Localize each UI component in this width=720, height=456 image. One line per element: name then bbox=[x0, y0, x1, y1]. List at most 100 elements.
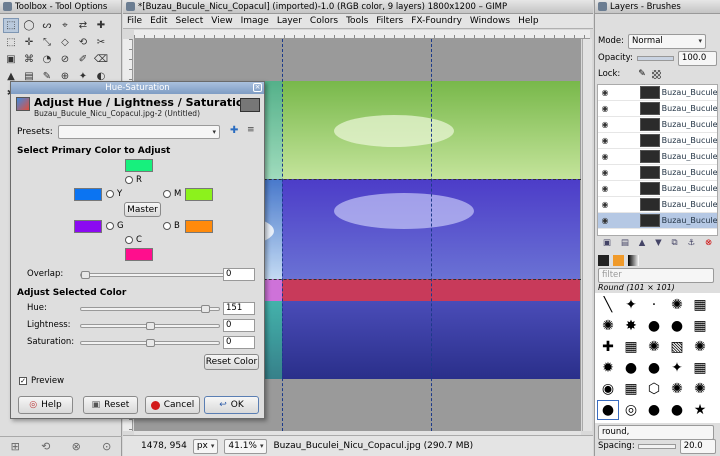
eye-icon[interactable]: ◉ bbox=[598, 168, 612, 177]
brush-item[interactable]: ▧ bbox=[667, 338, 687, 356]
tool-button[interactable]: ✐ bbox=[75, 52, 91, 67]
slider-thumb[interactable] bbox=[146, 339, 155, 347]
layer-row[interactable]: ◉ Buzau_Bucule bbox=[598, 149, 717, 165]
layer-row[interactable]: ◉ Buzau_Bucule bbox=[598, 181, 717, 197]
lightness-slider[interactable] bbox=[80, 322, 220, 330]
brush-filter-input[interactable]: filter bbox=[598, 267, 714, 283]
slider-thumb[interactable] bbox=[81, 271, 90, 279]
overlap-spin[interactable]: 0 bbox=[223, 268, 255, 281]
lightness-spin[interactable]: 0 bbox=[223, 319, 255, 332]
mode-select[interactable]: Normal ▾ bbox=[628, 33, 707, 49]
preset-menu-icon[interactable]: ≡ bbox=[247, 125, 255, 135]
zoom-selector[interactable]: 41.1% ▾ bbox=[224, 438, 268, 454]
lower-layer-icon[interactable]: ▼ bbox=[655, 238, 662, 248]
brush-item[interactable]: ● bbox=[644, 359, 664, 377]
opacity-spin[interactable]: 100.0 bbox=[677, 50, 717, 66]
tool-button[interactable]: ⤡ bbox=[39, 35, 55, 50]
toolbox-action-icon[interactable]: ⊗ bbox=[72, 440, 81, 453]
brush-item[interactable]: ✺ bbox=[667, 296, 687, 314]
toolbox-action-icon[interactable]: ⊞ bbox=[11, 440, 20, 453]
brush-item[interactable]: ● bbox=[597, 400, 619, 420]
layer-row[interactable]: ◉ Buzau_Bucule bbox=[598, 85, 717, 101]
red-radio[interactable]: R bbox=[125, 175, 142, 185]
yellow-radio[interactable]: Y bbox=[106, 189, 122, 199]
opacity-slider[interactable] bbox=[636, 55, 674, 61]
slider-thumb[interactable] bbox=[146, 322, 155, 330]
brush-item[interactable]: ✺ bbox=[690, 380, 710, 398]
eye-icon[interactable]: ◉ bbox=[598, 200, 612, 209]
brush-item[interactable]: ▦ bbox=[690, 317, 710, 335]
tool-button[interactable]: ◔ bbox=[39, 52, 55, 67]
brush-item[interactable]: ★ bbox=[690, 401, 710, 419]
master-button[interactable]: Master bbox=[124, 202, 161, 217]
brush-item[interactable]: ▦ bbox=[621, 338, 641, 356]
lock-alpha-icon[interactable] bbox=[651, 69, 661, 79]
eye-icon[interactable]: ◉ bbox=[598, 136, 612, 145]
menu-tools[interactable]: Tools bbox=[346, 16, 368, 26]
preview-checkbox[interactable]: ✓ Preview bbox=[19, 376, 64, 386]
layer-row[interactable]: ◉ Buzau_Bucule bbox=[598, 133, 717, 149]
add-preset-icon[interactable]: ✚ bbox=[230, 125, 238, 136]
eye-icon[interactable]: ◉ bbox=[598, 152, 612, 161]
brush-item[interactable]: ▦ bbox=[690, 359, 710, 377]
eye-icon[interactable]: ◉ bbox=[598, 216, 612, 225]
tool-button[interactable]: ◯ bbox=[21, 18, 37, 33]
vertical-scrollbar[interactable] bbox=[582, 39, 592, 431]
close-icon[interactable]: × bbox=[253, 83, 262, 92]
toolbox-action-icon[interactable]: ⟲ bbox=[41, 440, 50, 453]
brush-item[interactable]: ⬡ bbox=[644, 380, 664, 398]
reset-button[interactable]: ▣ Reset bbox=[83, 396, 138, 414]
new-layer-icon[interactable]: ▣ bbox=[603, 238, 611, 248]
brush-item[interactable]: · bbox=[644, 296, 664, 314]
horizontal-ruler[interactable] bbox=[134, 30, 590, 39]
tool-button[interactable]: ⌫ bbox=[93, 52, 109, 67]
brush-item[interactable]: ✸ bbox=[621, 317, 641, 335]
layer-row[interactable]: ◉ Buzau_Bucule bbox=[598, 165, 717, 181]
brush-item[interactable]: ● bbox=[644, 401, 664, 419]
presets-combo[interactable]: ▾ bbox=[58, 125, 220, 139]
saturation-spin[interactable]: 0 bbox=[223, 336, 255, 349]
brush-item[interactable]: ✦ bbox=[667, 359, 687, 377]
raise-layer-icon[interactable]: ▲ bbox=[639, 238, 646, 248]
eye-icon[interactable]: ◉ bbox=[598, 184, 612, 193]
slider-thumb[interactable] bbox=[201, 305, 210, 313]
tool-button[interactable]: ⇄ bbox=[75, 18, 91, 33]
tool-button[interactable]: ✂ bbox=[93, 35, 109, 50]
brush-item[interactable]: ● bbox=[667, 401, 687, 419]
brush-item[interactable]: ✦ bbox=[621, 296, 641, 314]
gradients-tab-icon[interactable] bbox=[628, 254, 639, 266]
brush-item[interactable]: ● bbox=[667, 317, 687, 335]
brush-item[interactable]: ✚ bbox=[598, 338, 618, 356]
duplicate-layer-icon[interactable]: ⧉ bbox=[672, 238, 678, 248]
delete-layer-icon[interactable]: ⊗ bbox=[705, 238, 712, 248]
menu-file[interactable]: File bbox=[127, 16, 142, 26]
cyan-radio[interactable]: C bbox=[125, 235, 142, 245]
menu-image[interactable]: Image bbox=[241, 16, 269, 26]
brush-item[interactable]: ✺ bbox=[644, 338, 664, 356]
tool-button[interactable]: ⌖ bbox=[57, 18, 73, 33]
menu-help[interactable]: Help bbox=[518, 16, 539, 26]
brush-item[interactable]: ✺ bbox=[667, 380, 687, 398]
tool-button[interactable]: ⌘ bbox=[21, 52, 37, 67]
brush-item[interactable]: ◎ bbox=[621, 401, 641, 419]
spacing-spin[interactable]: 20.0 bbox=[679, 438, 716, 454]
layer-group-icon[interactable]: ▤ bbox=[621, 238, 629, 248]
brush-item[interactable]: ✺ bbox=[598, 317, 618, 335]
menu-select[interactable]: Select bbox=[176, 16, 204, 26]
eye-icon[interactable]: ◉ bbox=[598, 88, 612, 97]
anchor-layer-icon[interactable]: ⚓ bbox=[687, 238, 695, 248]
layer-row[interactable]: ◉ Buzau_Bucule bbox=[598, 101, 717, 117]
eye-icon[interactable]: ◉ bbox=[598, 120, 612, 129]
tool-button[interactable]: ✚ bbox=[93, 18, 109, 33]
eye-icon[interactable]: ◉ bbox=[598, 104, 612, 113]
tool-button[interactable]: ⬚ bbox=[3, 35, 19, 50]
help-button[interactable]: ◎ Help bbox=[18, 396, 73, 414]
patterns-tab-icon[interactable] bbox=[613, 254, 624, 266]
blue-radio[interactable]: B bbox=[163, 221, 180, 231]
brushes-tab-icon[interactable] bbox=[598, 254, 609, 266]
tool-button[interactable]: ▣ bbox=[3, 52, 19, 67]
layer-row[interactable]: ◉ Buzau_Bucule bbox=[598, 213, 717, 229]
brush-item[interactable]: ✹ bbox=[598, 359, 618, 377]
brush-item[interactable]: ● bbox=[621, 359, 641, 377]
reset-color-button[interactable]: Reset Color bbox=[204, 354, 259, 370]
